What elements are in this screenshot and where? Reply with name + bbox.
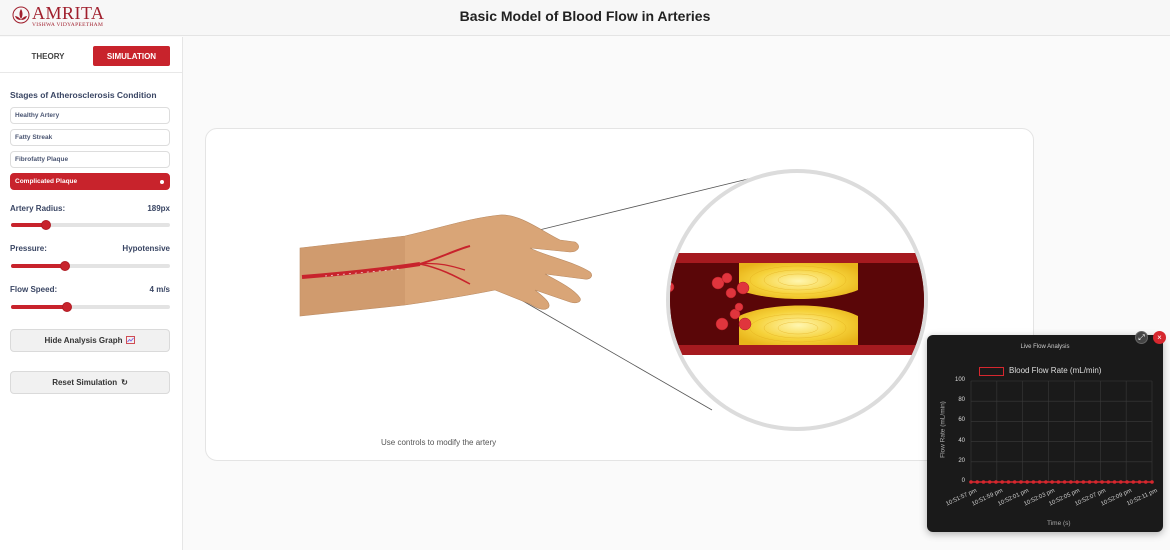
arm-illustration bbox=[299, 214, 592, 317]
legend-label: Blood Flow Rate (mL/min) bbox=[1009, 366, 1102, 375]
y-tick-label: 0 bbox=[961, 478, 965, 484]
close-icon[interactable]: × bbox=[1153, 331, 1166, 344]
lower-plaque bbox=[739, 305, 858, 345]
y-axis-title: Flow Rate (mL/min) bbox=[939, 401, 947, 458]
legend-swatch[interactable] bbox=[979, 367, 1004, 376]
expand-icon[interactable]: ⤢ bbox=[1135, 331, 1148, 344]
y-tick-label: 60 bbox=[958, 417, 965, 424]
graph-title: Live Flow Analysis bbox=[1020, 344, 1070, 350]
magnified-artery-lens bbox=[666, 169, 928, 431]
y-tick-label: 100 bbox=[954, 377, 965, 383]
y-tick-label: 40 bbox=[958, 437, 965, 444]
y-tick-label: 20 bbox=[958, 457, 965, 464]
y-tick-label: 80 bbox=[958, 397, 965, 404]
instruction-caption: Use controls to modify the artery bbox=[381, 438, 497, 447]
upper-plaque bbox=[739, 263, 858, 299]
x-axis-title: Time (s) bbox=[1047, 520, 1071, 527]
